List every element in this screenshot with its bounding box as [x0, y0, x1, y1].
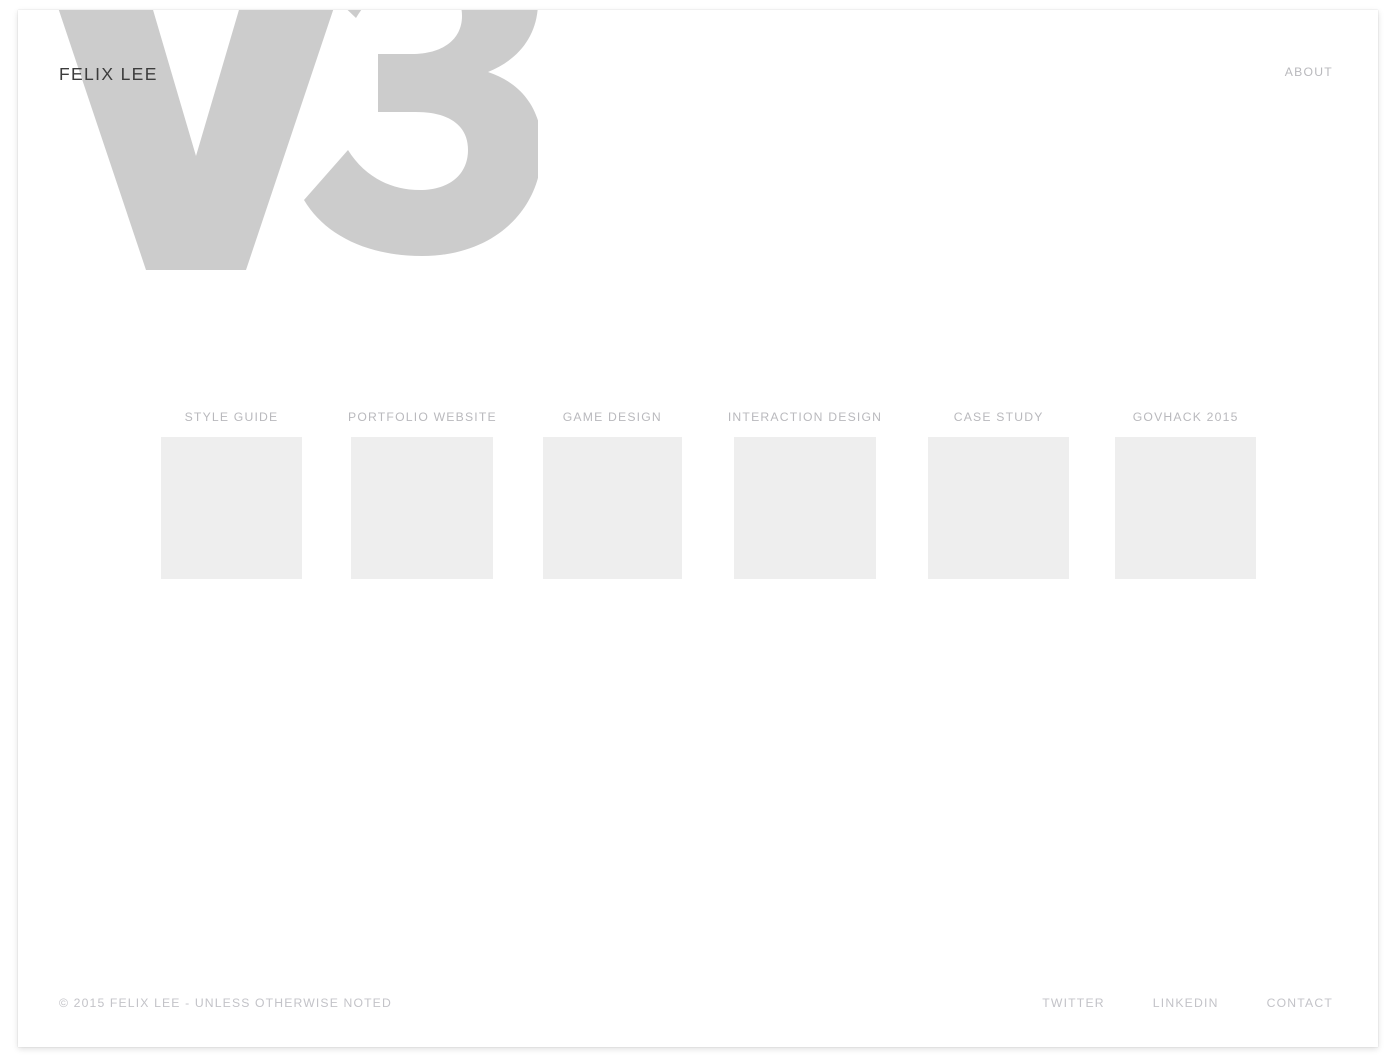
copyright-notice: © 2015 FELIX LEE - UNLESS OTHERWISE NOTE… [59, 996, 392, 1010]
browser-viewport: FELIX LEE ABOUT STYLE GUIDE PORTFOLIO WE… [0, 0, 1400, 1057]
project-label: GAME DESIGN [562, 410, 662, 424]
project-label: CASE STUDY [953, 410, 1044, 424]
footer-link-twitter[interactable]: TWITTER [1042, 996, 1105, 1010]
project-label: INTERACTION DESIGN [727, 410, 883, 424]
page-title: FELIX LEE [59, 64, 158, 84]
project-card-portfolio-website[interactable]: PORTFOLIO WEBSITE [348, 410, 497, 579]
project-card-interaction-design[interactable]: INTERACTION DESIGN [728, 410, 882, 579]
project-thumbnail[interactable] [542, 437, 682, 579]
project-card-style-guide[interactable]: STYLE GUIDE [161, 410, 302, 579]
top-navigation: ABOUT [1285, 65, 1333, 79]
project-card-govhack-2015[interactable]: GOVHACK 2015 [1115, 410, 1257, 579]
project-label: PORTFOLIO WEBSITE [348, 410, 497, 424]
footer-link-linkedin[interactable]: LINKEDIN [1153, 996, 1219, 1010]
project-thumbnail[interactable] [734, 437, 876, 579]
page-footer: © 2015 FELIX LEE - UNLESS OTHERWISE NOTE… [59, 996, 1333, 1010]
project-thumbnail[interactable] [1115, 437, 1257, 579]
nav-link-about[interactable]: ABOUT [1285, 65, 1333, 79]
footer-link-list: TWITTER LINKEDIN CONTACT [1042, 996, 1333, 1010]
project-label: GOVHACK 2015 [1132, 410, 1239, 424]
project-grid: STYLE GUIDE PORTFOLIO WEBSITE GAME DESIG… [161, 410, 1257, 579]
project-thumbnail[interactable] [161, 437, 302, 579]
project-label: STYLE GUIDE [184, 410, 279, 424]
v3-logomark-watermark [18, 10, 538, 278]
project-card-case-study[interactable]: CASE STUDY [928, 410, 1070, 579]
project-thumbnail[interactable] [928, 437, 1070, 579]
page-canvas: FELIX LEE ABOUT STYLE GUIDE PORTFOLIO WE… [18, 10, 1378, 1047]
project-thumbnail[interactable] [351, 437, 494, 579]
footer-link-contact[interactable]: CONTACT [1267, 996, 1333, 1010]
project-card-game-design[interactable]: GAME DESIGN [542, 410, 682, 579]
